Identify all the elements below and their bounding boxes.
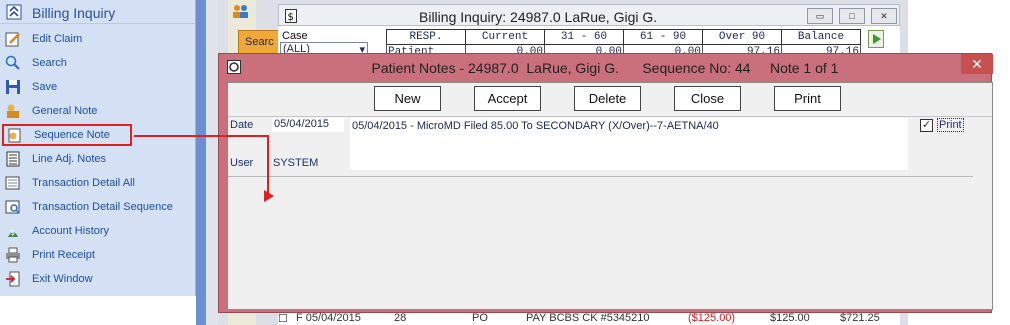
sidebar-item-edit-claim[interactable]: Edit Claim	[0, 28, 196, 50]
general-note-icon	[5, 103, 21, 119]
search-tab[interactable]: Searc	[238, 30, 280, 54]
splitter[interactable]	[206, 0, 218, 325]
maximize-button[interactable]: □	[839, 8, 865, 24]
column-header: 31 - 60	[544, 29, 624, 45]
row-amount: ($125.00)	[688, 312, 736, 324]
row-code: PO	[472, 312, 488, 324]
print-receipt-icon	[5, 247, 21, 263]
sidebar-item-print-receipt[interactable]: Print Receipt	[0, 244, 196, 266]
notes-titlebar: Patient Notes - 24987.0 LaRue, Gigi G. S…	[219, 54, 993, 80]
sidebar-item-label: Transaction Detail All	[32, 177, 135, 189]
row-checkbox[interactable]: ☐	[278, 312, 288, 325]
sidebar-item-label: General Note	[32, 105, 98, 117]
sidebar-title: Billing Inquiry	[32, 5, 116, 21]
dollar-doc-icon: $	[285, 9, 297, 26]
sidebar-item-search[interactable]: Search	[0, 52, 196, 74]
note-textarea[interactable]: 05/04/2015 - MicroMD Filed 85.00 To SECO…	[350, 118, 908, 170]
people-icon	[232, 4, 250, 21]
transaction-detail-sequence-icon	[5, 199, 21, 215]
sidebar-item-label: Sequence Note	[34, 129, 110, 141]
close-button[interactable]: Close	[674, 86, 741, 111]
svg-text:$: $	[288, 12, 294, 23]
column-header: RESP.	[386, 29, 466, 45]
sidebar-item-exit-window[interactable]: Exit Window	[0, 268, 196, 290]
save-icon	[5, 79, 21, 95]
divider	[228, 116, 992, 117]
sidebar-item-save[interactable]: Save	[0, 76, 196, 98]
panel-divider	[196, 0, 206, 325]
account-history-icon: $	[5, 223, 21, 239]
sidebar-item-line-adj-notes[interactable]: Line Adj. Notes	[0, 148, 196, 170]
sidebar-item-label: Account History	[32, 225, 110, 237]
notes-client-area: New Accept Delete Close Print Date 05/04…	[227, 82, 993, 310]
sidebar-item-label: Edit Claim	[32, 33, 83, 45]
notes-title: Patient Notes - 24987.0 LaRue, Gigi G. S…	[371, 60, 839, 76]
delete-button[interactable]: Delete	[574, 86, 641, 111]
sequence-note-icon	[7, 127, 23, 143]
line-adj-notes-icon	[5, 151, 21, 167]
sidebar-item-transaction-detail-all[interactable]: Transaction Detail All	[0, 172, 196, 194]
sidebar-item-label: Transaction Detail Sequence	[32, 201, 173, 213]
sidebar-header: Billing Inquiry	[0, 0, 195, 24]
column-header: Balance	[781, 29, 861, 45]
row-date: F 05/04/2015	[296, 312, 361, 324]
accept-button[interactable]: Accept	[474, 86, 541, 111]
date-label: Date	[230, 119, 254, 131]
new-button[interactable]: New	[374, 86, 441, 111]
column-header: Over 90	[702, 29, 782, 45]
column-header: 61 - 90	[623, 29, 703, 45]
print-checkbox[interactable]: ✓	[920, 119, 933, 132]
sidebar-item-transaction-detail-sequence[interactable]: Transaction Detail Sequence	[0, 196, 196, 218]
svg-text:$: $	[10, 228, 15, 237]
sidebar-item-label: Line Adj. Notes	[32, 153, 106, 165]
sidebar-item-label: Save	[32, 81, 58, 93]
transaction-detail-all-icon	[5, 175, 21, 191]
divider	[228, 176, 973, 177]
user-value: SYSTEM	[273, 157, 319, 169]
transaction-row[interactable]: ☐ F 05/04/2015 28 PO PAY BCBS CK #534521…	[278, 312, 900, 325]
play-button[interactable]	[868, 30, 884, 48]
billing-title: Billing Inquiry: 24987.0 LaRue, Gigi G.	[419, 9, 658, 25]
edit-claim-icon	[5, 31, 21, 47]
row-description: PAY BCBS CK #5345210	[526, 312, 650, 324]
sidebar-item-label: Search	[32, 57, 67, 69]
billing-titlebar: $ Billing Inquiry: 24987.0 LaRue, Gigi G…	[278, 4, 900, 26]
table-header-row: RESP. Current 31 - 60 61 - 90 Over 90 Ba…	[386, 29, 861, 45]
column-header: Current	[465, 29, 545, 45]
billing-close-button[interactable]: ✕	[871, 8, 897, 24]
row-paid: $125.00	[770, 312, 810, 324]
minimize-button[interactable]: ▭	[807, 8, 833, 24]
sidebar-item-sequence-note[interactable]: Sequence Note	[2, 124, 132, 146]
sidebar-item-label: Exit Window	[32, 273, 93, 285]
user-label: User	[230, 157, 254, 169]
sidebar-item-general-note[interactable]: General Note	[0, 100, 196, 122]
patient-notes-dialog: Patient Notes - 24987.0 LaRue, Gigi G. S…	[218, 53, 993, 313]
collapse-arrows-icon[interactable]	[6, 4, 22, 23]
date-field[interactable]: 05/04/2015	[272, 118, 344, 132]
close-icon[interactable]: ✕	[961, 54, 993, 74]
task-sidebar: Billing Inquiry Edit Claim Search Save G…	[0, 0, 196, 296]
case-label: Case	[282, 30, 308, 42]
sidebar-item-label: Print Receipt	[32, 249, 95, 261]
print-button[interactable]: Print	[774, 86, 841, 111]
print-checkbox-label[interactable]: Print	[937, 118, 964, 132]
row-seq: 28	[394, 312, 407, 324]
row-balance: $721.25	[840, 312, 880, 324]
sidebar-item-account-history[interactable]: $ Account History	[0, 220, 196, 242]
exit-window-icon	[5, 271, 21, 287]
search-icon	[5, 55, 21, 71]
